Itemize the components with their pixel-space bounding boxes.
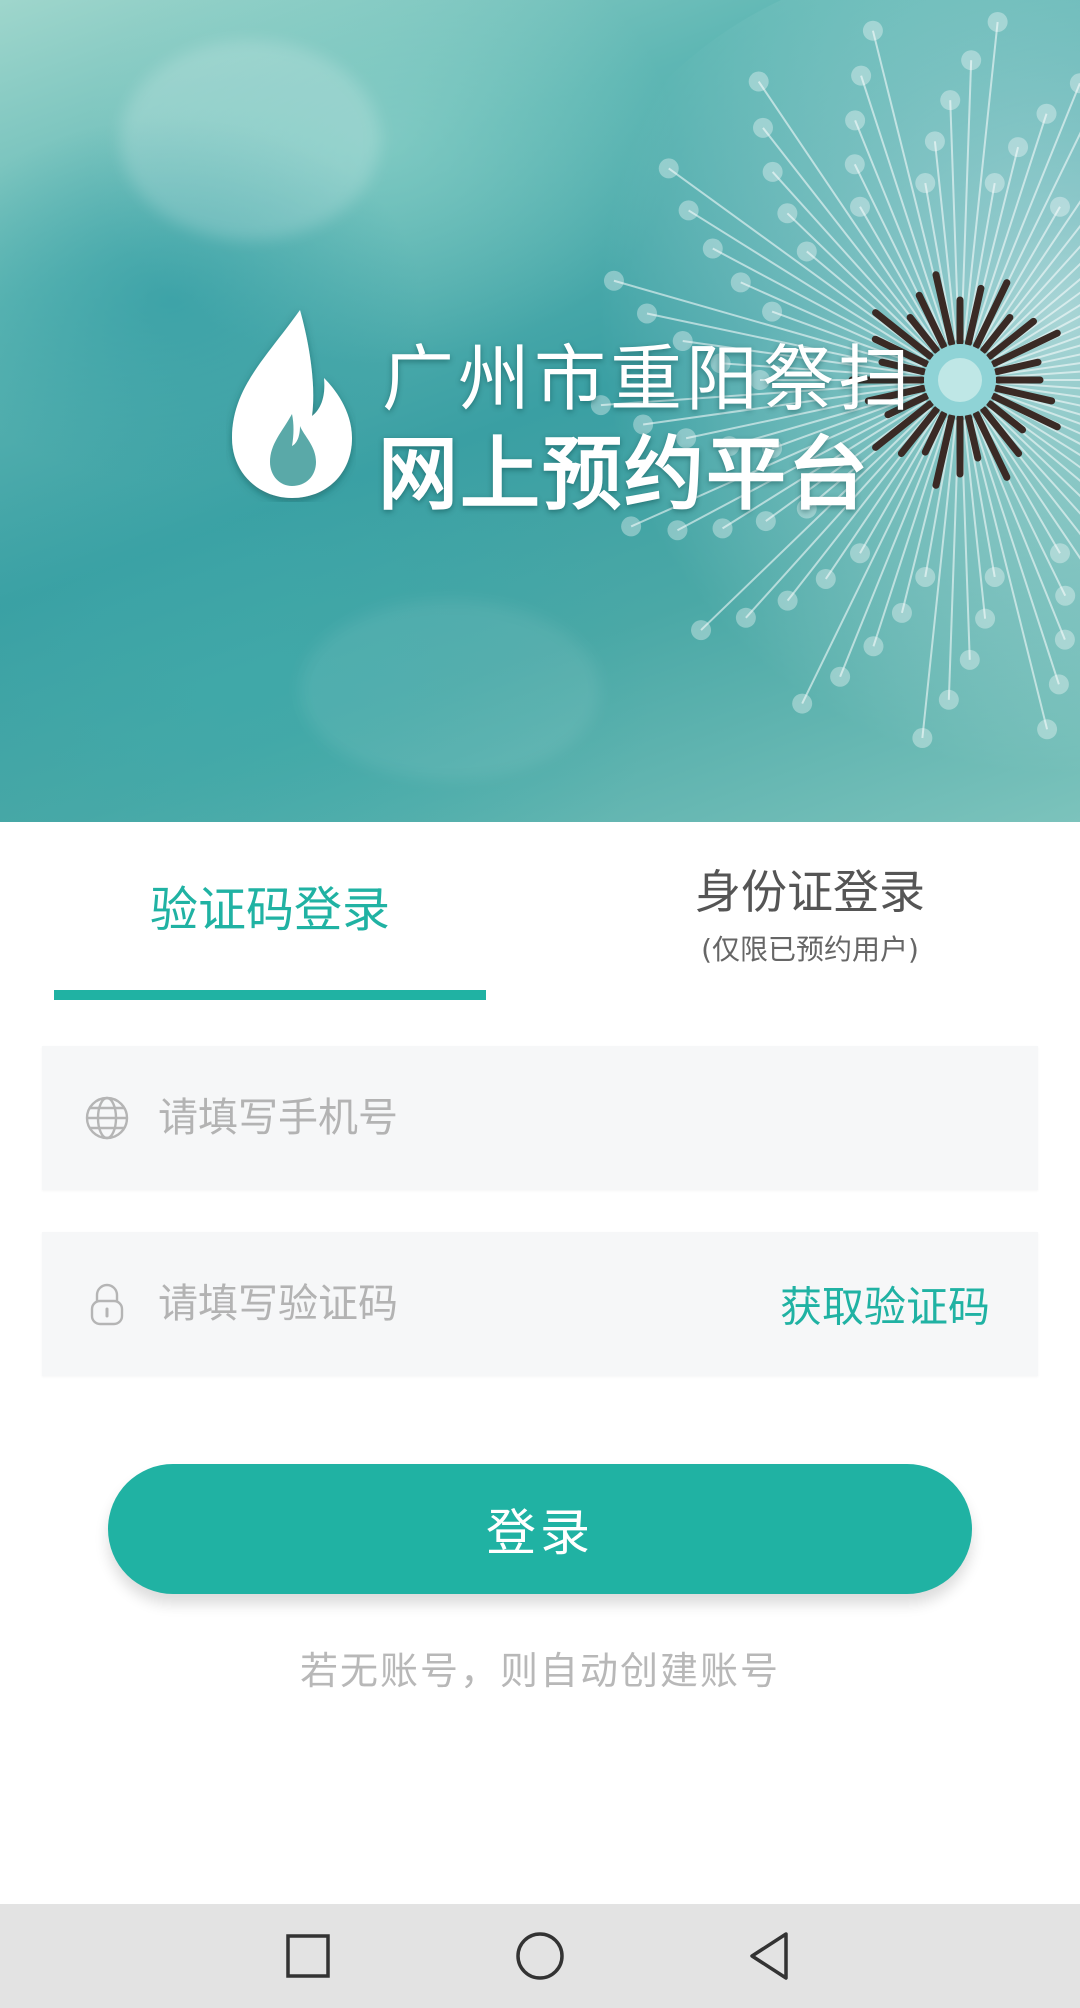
auto-create-hint: 若无账号，则自动创建账号 <box>299 1649 780 1693</box>
hero-banner: 广州市重阳祭扫 网上预约平台 <box>0 0 1080 822</box>
back-icon[interactable] <box>740 1926 800 1986</box>
app-logo: 广州市重阳祭扫 网上预约平台 <box>226 306 910 521</box>
flame-icon <box>232 310 352 498</box>
phone-field[interactable] <box>42 1046 1038 1190</box>
lock-icon <box>90 1283 124 1326</box>
home-icon[interactable] <box>510 1926 570 1986</box>
app-title-line2: 网上预约平台 <box>378 428 870 521</box>
tab-sms-login[interactable]: 验证码登录 <box>54 870 486 940</box>
get-code-button[interactable]: 获取验证码 <box>780 1274 990 1335</box>
globe-icon <box>85 1096 129 1140</box>
tab-id-login[interactable]: 身份证登录 (仅限已预约用户) <box>620 856 1000 968</box>
active-tab-indicator <box>54 990 486 1000</box>
tab-sms-login-label: 验证码登录 <box>149 882 390 938</box>
phone-input[interactable] <box>158 1046 758 1190</box>
recent-apps-icon[interactable] <box>278 1926 338 1986</box>
system-nav-bar <box>0 1904 1080 2008</box>
verification-code-field[interactable]: 获取验证码 <box>42 1232 1038 1376</box>
tab-id-login-sublabel: (仅限已预约用户) <box>701 933 919 966</box>
login-button[interactable]: 登录 <box>108 1464 972 1594</box>
tab-id-login-label: 身份证登录 <box>695 865 925 919</box>
verification-code-input[interactable] <box>158 1232 758 1376</box>
